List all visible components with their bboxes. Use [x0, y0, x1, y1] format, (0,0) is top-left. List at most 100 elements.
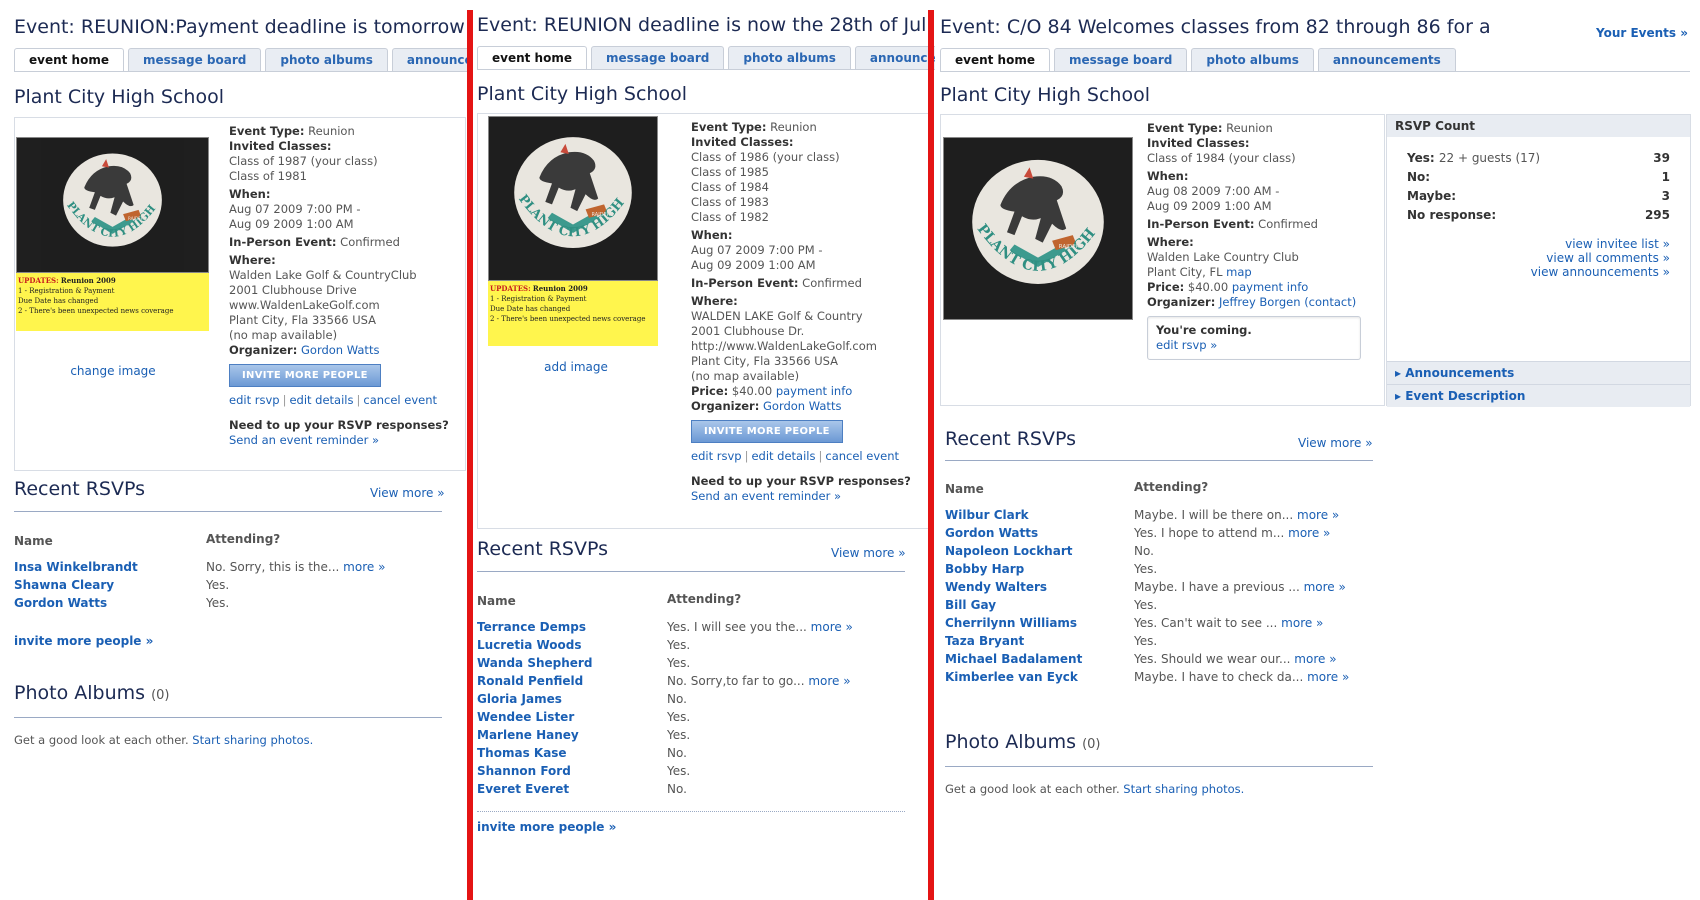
start-sharing-photos-link[interactable]: Start sharing photos. [1123, 782, 1244, 796]
contact-link[interactable]: (contact) [1304, 295, 1356, 309]
organizer-link[interactable]: Gordon Watts [301, 343, 379, 357]
rsvp-more-link[interactable]: more » [808, 674, 850, 688]
rsvp-more-link[interactable]: more » [811, 620, 853, 634]
rsvp-name-link[interactable]: Everet Everet [477, 780, 667, 798]
rsvp-name-link[interactable]: Shawna Cleary [14, 576, 206, 594]
rsvp-name-link[interactable]: Thomas Kase [477, 744, 667, 762]
invite-more-people-button[interactable]: INVITE MORE PEOPLE [691, 420, 843, 443]
rsvp-name-link[interactable]: Gordon Watts [945, 524, 1134, 542]
school-name: Plant City High School [940, 84, 1150, 106]
maybe-label: Maybe: [1407, 189, 1457, 203]
edit-rsvp-link[interactable]: edit rsvp » [1156, 338, 1217, 352]
rsvp-more-link[interactable]: more » [1288, 526, 1330, 540]
where-label: Where: [691, 294, 738, 308]
organizer-link[interactable]: Gordon Watts [763, 399, 841, 413]
tab-bar: event home message board photo albums annou… [940, 48, 1690, 72]
tab-photo-albums[interactable]: photo albums [265, 48, 388, 71]
rsvp-name-link[interactable]: Cherrilynn Williams [945, 614, 1134, 632]
payment-info-link[interactable]: payment info [1232, 280, 1308, 294]
announcements-toggle[interactable]: ▸ Announcements [1387, 361, 1690, 384]
add-image-link[interactable]: add image [544, 360, 608, 374]
rsvp-name-link[interactable]: Insa Winkelbrandt [14, 558, 206, 576]
update-line-1b: Due Date has changed [18, 297, 99, 305]
event-image: PLANT CITY HIGH SCHOOLRAIDERS UPDATES: R… [16, 137, 209, 331]
event-type-value: Reunion [770, 120, 817, 134]
map-link[interactable]: map [1226, 265, 1252, 279]
rsvp-name-link[interactable]: Gloria James [477, 690, 667, 708]
view-announcements-link[interactable]: view announcements » [1531, 265, 1670, 279]
view-more-rsvps-link[interactable]: View more » [831, 546, 906, 560]
when-label: When: [1147, 169, 1189, 183]
rsvp-name-link[interactable]: Wendy Walters [945, 578, 1134, 596]
rsvp-status: Yes. [667, 638, 691, 652]
rsvp-name-link[interactable]: Bobby Harp [945, 560, 1134, 578]
rsvp-name-link[interactable]: Terrance Demps [477, 618, 667, 636]
view-more-rsvps-link[interactable]: View more » [1298, 436, 1373, 450]
start-sharing-photos-link[interactable]: Start sharing photos. [192, 733, 313, 747]
invited-class: Class of 1984 [691, 180, 769, 194]
rsvp-name-link[interactable]: Napoleon Lockhart [945, 542, 1134, 560]
send-reminder-link[interactable]: Send an event reminder » [691, 489, 841, 503]
when-end: Aug 09 2009 1:00 AM [1147, 199, 1272, 213]
rsvp-more-link[interactable]: more » [1307, 670, 1349, 684]
cancel-event-link[interactable]: cancel event [825, 449, 899, 463]
rsvp-name-link[interactable]: Michael Badalament [945, 650, 1134, 668]
view-invitee-list-link[interactable]: view invitee list » [1565, 237, 1670, 251]
rsvp-count-maybe: Maybe: 3 [1387, 187, 1690, 206]
rsvp-name-link[interactable]: Wanda Shepherd [477, 654, 667, 672]
rsvp-more-link[interactable]: more » [1281, 616, 1323, 630]
rsvp-more-link[interactable]: more » [1304, 580, 1346, 594]
rsvp-name-link[interactable]: Taza Bryant [945, 632, 1134, 650]
view-more-rsvps-link[interactable]: View more » [370, 486, 445, 500]
in-person-value: Confirmed [340, 235, 400, 249]
tab-message-board[interactable]: message board [128, 48, 262, 71]
view-all-comments-link[interactable]: view all comments » [1546, 251, 1670, 265]
tab-announcements[interactable]: announcements [391, 48, 470, 71]
rsvp-row: Gordon Watts Yes. [14, 594, 385, 612]
rsvp-name-link[interactable]: Bill Gay [945, 596, 1134, 614]
tab-event-home[interactable]: event home [477, 46, 587, 69]
event-description-toggle[interactable]: ▸ Event Description [1387, 384, 1690, 407]
your-events-link[interactable]: Your Events » [1596, 26, 1688, 40]
organizer-link[interactable]: Jeffrey Borgen [1219, 295, 1301, 309]
rsvp-name-link[interactable]: Marlene Haney [477, 726, 667, 744]
organizer-label: Organizer: [691, 399, 760, 413]
rsvp-name-link[interactable]: Lucretia Woods [477, 636, 667, 654]
edit-details-link[interactable]: edit details [289, 393, 353, 407]
payment-info-link[interactable]: payment info [776, 384, 852, 398]
invite-more-people-link[interactable]: invite more people » [14, 634, 153, 648]
rsvp-row: Everet Everet No. [477, 780, 853, 798]
update-line-1: 1 - Registration & Payment [490, 295, 587, 303]
rsvp-name-link[interactable]: Ronald Penfield [477, 672, 667, 690]
rsvp-name-link[interactable]: Kimberlee van Eyck [945, 668, 1134, 686]
tab-message-board[interactable]: message board [591, 46, 725, 69]
tab-photo-albums[interactable]: photo albums [1191, 48, 1314, 71]
rsvp-name-link[interactable]: Shannon Ford [477, 762, 667, 780]
tab-announcements[interactable]: announcements [1317, 48, 1456, 71]
recent-rsvps-title: Recent RSVPs [945, 428, 1076, 450]
divider [477, 811, 905, 812]
tab-message-board[interactable]: message board [1054, 48, 1188, 71]
rsvp-row: Wanda Shepherd Yes. [477, 654, 853, 672]
edit-rsvp-link[interactable]: edit rsvp [229, 393, 280, 407]
invite-more-people-link[interactable]: invite more people » [477, 820, 616, 834]
tab-event-home[interactable]: event home [940, 48, 1050, 71]
tab-announcements[interactable]: announcements [854, 46, 935, 69]
maybe-count: 3 [1661, 189, 1670, 203]
rsvp-row: Marlene Haney Yes. [477, 726, 853, 744]
rsvp-name-link[interactable]: Wilbur Clark [945, 506, 1134, 524]
change-image-link[interactable]: change image [70, 364, 155, 378]
rsvp-more-link[interactable]: more » [1294, 652, 1336, 666]
edit-details-link[interactable]: edit details [751, 449, 815, 463]
cancel-event-link[interactable]: cancel event [363, 393, 437, 407]
invite-more-people-button[interactable]: INVITE MORE PEOPLE [229, 364, 381, 387]
tab-photo-albums[interactable]: photo albums [728, 46, 851, 69]
rsvp-more-link[interactable]: more » [343, 560, 385, 574]
rsvp-name-link[interactable]: Gordon Watts [14, 594, 206, 612]
rsvp-name-link[interactable]: Wendee Lister [477, 708, 667, 726]
when-end: Aug 09 2009 1:00 AM [229, 217, 354, 231]
edit-rsvp-link[interactable]: edit rsvp [691, 449, 742, 463]
rsvp-more-link[interactable]: more » [1297, 508, 1339, 522]
send-reminder-link[interactable]: Send an event reminder » [229, 433, 379, 447]
tab-event-home[interactable]: event home [14, 48, 124, 71]
